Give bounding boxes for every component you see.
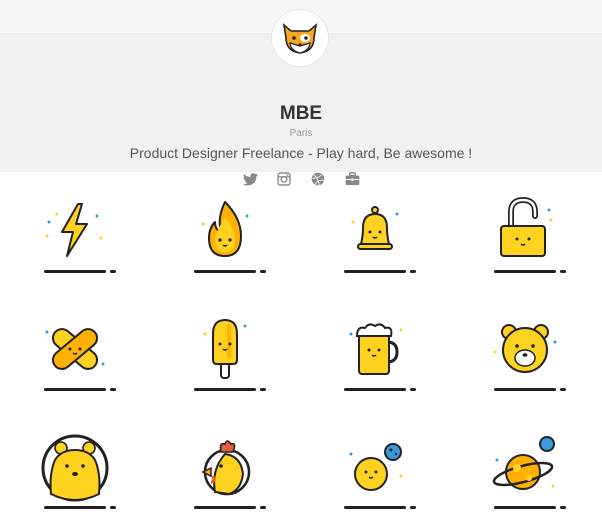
padlock-icon <box>500 196 553 257</box>
icon-card[interactable] <box>300 172 450 290</box>
icon-baseline <box>44 270 116 273</box>
icon-baseline <box>494 270 566 273</box>
icon-card[interactable] <box>150 172 300 290</box>
icon-baseline <box>194 506 266 509</box>
icon-baseline <box>344 506 416 509</box>
bell-icon <box>351 206 399 250</box>
icon-card[interactable] <box>300 408 450 525</box>
icon-baseline <box>44 388 116 391</box>
fox-icon <box>282 22 318 54</box>
icon-card[interactable] <box>450 172 600 290</box>
flame-icon <box>201 201 249 257</box>
planet-icon <box>492 436 555 490</box>
icon-baseline <box>194 388 266 391</box>
bandage-icon <box>45 328 105 370</box>
icon-card[interactable] <box>150 408 300 525</box>
icon-baseline <box>194 270 266 273</box>
icon-baseline <box>494 506 566 509</box>
moon-icon <box>349 443 403 491</box>
icon-grid <box>0 172 602 525</box>
icon-card[interactable] <box>150 290 300 408</box>
icon-card[interactable] <box>0 408 150 525</box>
icon-card[interactable] <box>450 408 600 525</box>
beer-mug-icon <box>349 323 403 375</box>
popsicle-icon <box>203 318 247 379</box>
icon-card[interactable] <box>300 290 450 408</box>
icon-card[interactable] <box>450 290 600 408</box>
profile-name: MBE <box>279 103 323 124</box>
profile-location: Paris <box>289 128 313 139</box>
profile-bio: Product Designer Freelance - Play hard, … <box>129 145 473 161</box>
icon-baseline <box>344 270 416 273</box>
icon-card[interactable] <box>0 172 150 290</box>
lightning-icon <box>45 203 103 257</box>
icon-baseline <box>494 388 566 391</box>
chicken-icon <box>201 440 251 496</box>
bear-icon <box>41 434 109 502</box>
avatar[interactable] <box>272 10 328 66</box>
icon-baseline <box>44 506 116 509</box>
icon-baseline <box>344 388 416 391</box>
icon-card[interactable] <box>0 290 150 408</box>
bear-face-icon <box>493 324 557 373</box>
